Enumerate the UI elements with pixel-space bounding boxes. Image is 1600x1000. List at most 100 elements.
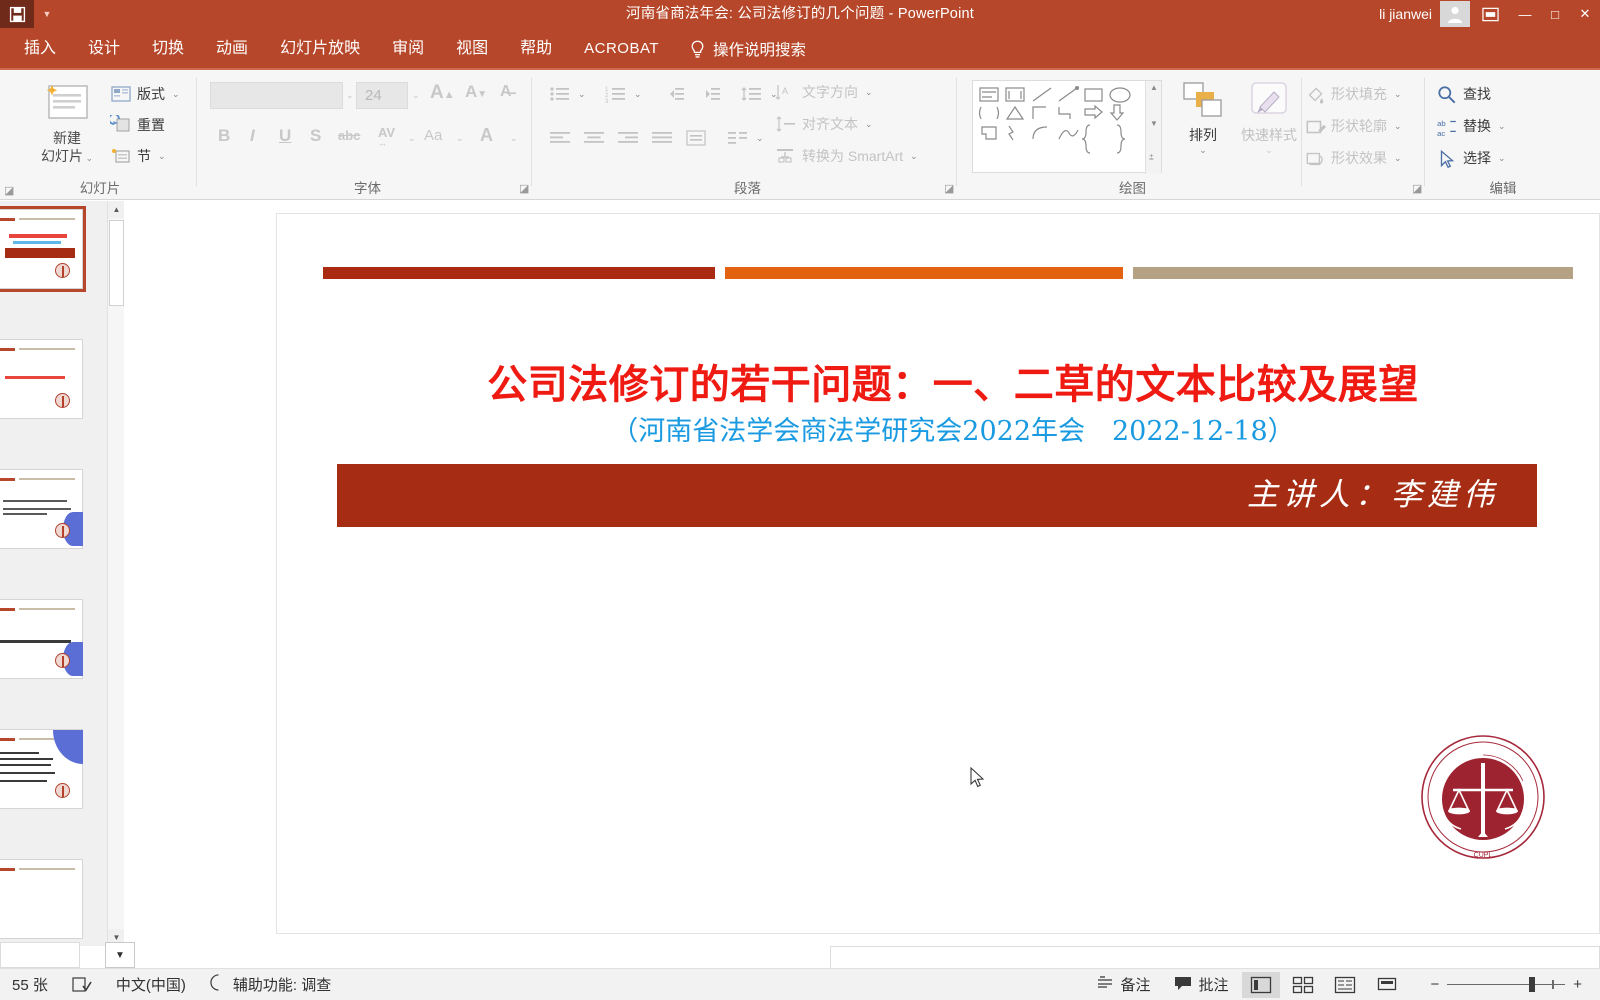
chevron-down-icon[interactable]: ⌄ bbox=[172, 89, 180, 100]
chevron-down-icon[interactable]: ⌄ bbox=[510, 133, 518, 144]
select-button[interactable]: 选择 ⌄ bbox=[1436, 148, 1506, 169]
chevron-down-icon[interactable]: ⌄ bbox=[1498, 121, 1506, 132]
chevron-down-icon[interactable]: ▼ bbox=[1150, 119, 1158, 128]
current-slide[interactable]: 公司法修订的若干问题：一、二草的文本比较及展望 （河南省法学会商法学研究会202… bbox=[276, 213, 1600, 934]
user-name[interactable]: li jianwei bbox=[1379, 6, 1440, 22]
tab-insert[interactable]: 插入 bbox=[8, 28, 72, 70]
slide-thumbnail-4[interactable] bbox=[0, 599, 83, 679]
chevron-down-icon[interactable]: ⌄ bbox=[408, 133, 416, 144]
panel-zoom-dropdown[interactable]: ▼ bbox=[105, 942, 135, 968]
slide-title[interactable]: 公司法修订的若干问题：一、二草的文本比较及展望 bbox=[337, 352, 1569, 410]
dialog-launcher-slides[interactable]: ◪ bbox=[4, 185, 16, 197]
ribbon-display-options-icon[interactable] bbox=[1470, 0, 1510, 28]
minimize-button[interactable]: — bbox=[1510, 0, 1540, 28]
bold-button[interactable]: B bbox=[218, 126, 230, 146]
reset-button[interactable]: 重置 bbox=[108, 113, 165, 135]
decrease-font-size-button[interactable]: A▼ bbox=[465, 82, 487, 102]
shapes-gallery-scrollbar[interactable]: ▲ ▼ ⩲ bbox=[1145, 81, 1161, 174]
save-icon[interactable] bbox=[0, 0, 34, 28]
replace-button[interactable]: ab ac 替换 ⌄ bbox=[1436, 116, 1506, 138]
zoom-in-button[interactable]: + bbox=[1565, 976, 1590, 993]
accessibility-status[interactable]: 辅助功能: 调查 bbox=[198, 974, 343, 995]
layout-button[interactable]: 版式 ⌄ bbox=[110, 84, 180, 104]
tab-design[interactable]: 设计 bbox=[72, 28, 136, 70]
slide-thumbnail-1[interactable] bbox=[0, 206, 86, 292]
scrollbar-thumb[interactable] bbox=[109, 220, 124, 306]
increase-font-size-button[interactable]: A▲ bbox=[430, 82, 455, 104]
align-left-button[interactable] bbox=[549, 128, 571, 148]
shape-outline-button[interactable]: 形状轮廓 ⌄ bbox=[1304, 116, 1402, 136]
thumbnail-panel-scrollbar[interactable]: ▲ ▼ bbox=[107, 201, 125, 946]
tab-slideshow[interactable]: 幻灯片放映 bbox=[264, 28, 376, 70]
notes-pane[interactable] bbox=[830, 946, 1600, 968]
section-button[interactable]: 节 ⌄ bbox=[110, 146, 166, 166]
zoom-track[interactable] bbox=[1447, 976, 1566, 992]
tab-animations[interactable]: 动画 bbox=[200, 28, 264, 70]
maximize-button[interactable]: □ bbox=[1540, 0, 1570, 28]
italic-button[interactable]: I bbox=[250, 126, 255, 146]
distribute-button[interactable] bbox=[685, 128, 707, 148]
shape-effects-button[interactable]: 形状效果 ⌄ bbox=[1304, 148, 1402, 168]
align-text-button[interactable]: 对齐文本 ⌄ bbox=[775, 114, 873, 134]
close-button[interactable]: ✕ bbox=[1570, 0, 1600, 28]
notes-button[interactable]: 备注 bbox=[1084, 974, 1162, 995]
slide-sorter-view-button[interactable] bbox=[1284, 972, 1322, 998]
increase-indent-button[interactable] bbox=[699, 84, 721, 104]
chevron-down-icon[interactable]: ⌄ bbox=[910, 151, 918, 162]
chevron-down-icon[interactable]: ⌄ bbox=[83, 153, 93, 163]
convert-smartart-button[interactable]: 转换为 SmartArt ⌄ bbox=[775, 146, 918, 166]
chevron-down-icon[interactable]: ▼ bbox=[34, 0, 60, 28]
chevron-down-icon[interactable]: ⌄ bbox=[1238, 145, 1300, 156]
chevron-down-icon[interactable]: ⌄ bbox=[1394, 89, 1402, 100]
comments-button[interactable]: 批注 bbox=[1162, 974, 1240, 995]
chevron-down-icon[interactable]: ⌄ bbox=[1172, 145, 1234, 156]
tab-help[interactable]: 帮助 bbox=[504, 28, 568, 70]
line-spacing-button[interactable]: ⌄ bbox=[741, 84, 778, 104]
align-center-button[interactable] bbox=[583, 128, 605, 148]
slide-thumbnail-panel[interactable] bbox=[0, 201, 107, 946]
decrease-indent-button[interactable] bbox=[663, 84, 685, 104]
chevron-up-icon[interactable]: ▲ bbox=[1150, 83, 1158, 92]
dialog-launcher-font[interactable]: ◪ bbox=[519, 183, 531, 195]
bullets-button[interactable]: ⌄ bbox=[549, 84, 586, 104]
shapes-gallery[interactable]: ▲ ▼ ⩲ bbox=[972, 80, 1162, 174]
find-button[interactable]: 查找 bbox=[1436, 84, 1491, 104]
zoom-handle[interactable] bbox=[1529, 976, 1536, 992]
slide-subtitle[interactable]: （河南省法学会商法学研究会2022年会 2022-12-18） bbox=[337, 409, 1569, 448]
arrange-button[interactable]: 排列 ⌄ bbox=[1172, 80, 1234, 156]
avatar[interactable] bbox=[1440, 1, 1470, 27]
slide-thumbnail-5[interactable] bbox=[0, 729, 83, 809]
scroll-up-button[interactable]: ▲ bbox=[108, 201, 125, 218]
text-shadow-button[interactable]: S bbox=[310, 126, 321, 146]
chevron-down-icon[interactable]: ⌄ bbox=[456, 133, 464, 144]
numbering-button[interactable]: 123 ⌄ bbox=[605, 84, 642, 105]
chevron-down-icon[interactable]: ⌄ bbox=[865, 119, 873, 130]
font-size-input[interactable]: 24 bbox=[356, 82, 408, 109]
chevron-down-icon[interactable]: ⌄ bbox=[1394, 121, 1402, 132]
speaker-banner[interactable]: 主讲人：李建伟 bbox=[337, 464, 1537, 527]
tab-review[interactable]: 审阅 bbox=[376, 28, 440, 70]
chevron-down-icon[interactable]: ⌄ bbox=[1498, 153, 1506, 164]
chevron-down-icon[interactable]: ⌄ bbox=[1394, 153, 1402, 164]
more-shapes-icon[interactable]: ⩲ bbox=[1149, 153, 1154, 163]
chevron-down-icon[interactable]: ⌄ bbox=[578, 89, 586, 100]
tell-me-search[interactable]: 操作说明搜索 bbox=[675, 38, 806, 60]
slide-thumbnail-6[interactable] bbox=[0, 859, 83, 939]
chevron-down-icon[interactable]: ⌄ bbox=[865, 87, 873, 98]
language-indicator[interactable]: 中文(中国) bbox=[104, 974, 198, 995]
chevron-down-icon[interactable]: ⌄ bbox=[756, 133, 764, 144]
chevron-down-icon[interactable]: ⌄ bbox=[158, 151, 166, 162]
underline-button[interactable]: U bbox=[279, 126, 291, 146]
columns-button[interactable]: ⌄ bbox=[727, 128, 764, 148]
character-spacing-button[interactable]: AV ↔ bbox=[378, 125, 395, 148]
normal-view-button[interactable] bbox=[1242, 971, 1281, 998]
font-color-button[interactable]: A bbox=[480, 125, 493, 146]
tab-transitions[interactable]: 切换 bbox=[136, 28, 200, 70]
chevron-down-icon[interactable]: ⌄ bbox=[634, 89, 642, 100]
font-name-input[interactable] bbox=[210, 82, 343, 109]
slide-thumbnail-3[interactable] bbox=[0, 469, 83, 549]
tab-view[interactable]: 视图 bbox=[440, 28, 504, 70]
reading-view-button[interactable] bbox=[1326, 972, 1364, 998]
zoom-slider[interactable]: − + bbox=[1422, 976, 1590, 993]
zoom-out-button[interactable]: − bbox=[1422, 976, 1447, 993]
